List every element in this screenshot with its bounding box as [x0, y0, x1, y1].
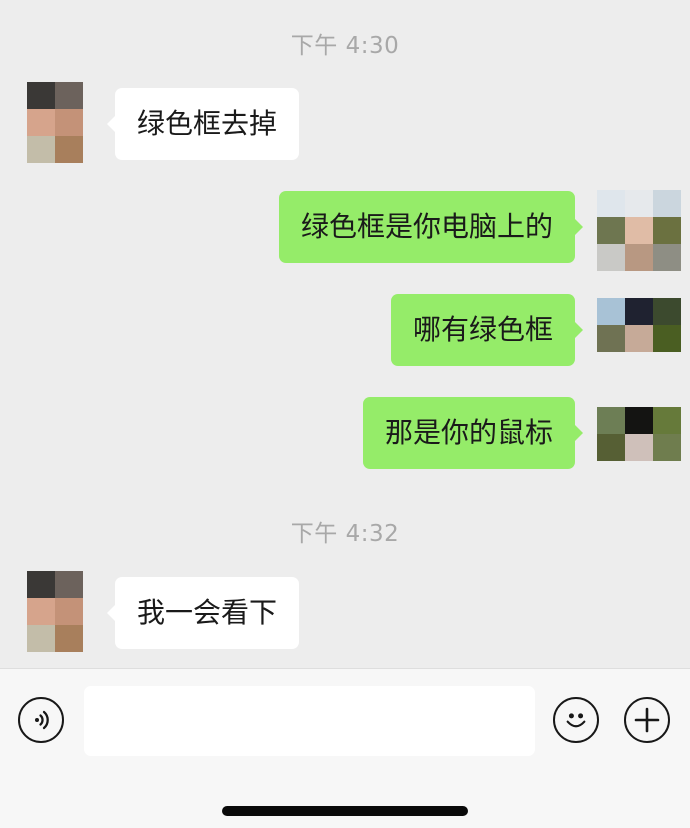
avatar-pixel	[597, 298, 625, 325]
avatar-pixel	[625, 298, 653, 325]
home-indicator[interactable]	[222, 806, 468, 816]
avatar-pixel	[27, 571, 55, 598]
message-text: 绿色框去掉	[137, 107, 278, 140]
avatar-pixel	[597, 217, 625, 244]
avatar-pixel	[597, 434, 625, 461]
avatar-pixel	[27, 109, 55, 136]
avatar-pixel	[55, 598, 83, 625]
contact-avatar[interactable]	[27, 82, 83, 163]
avatar-pixel	[597, 325, 625, 352]
timestamp: 下午 4:32	[290, 521, 400, 547]
message-text: 我一会看下	[137, 596, 278, 629]
avatar-pixel	[653, 407, 681, 434]
avatar-pixel	[625, 434, 653, 461]
my-avatar[interactable]	[597, 298, 681, 379]
sent-message-bubble[interactable]: 哪有绿色框	[390, 294, 584, 366]
avatar-pixel	[625, 190, 653, 217]
avatar-pixel	[653, 298, 681, 325]
emoji-icon	[566, 713, 586, 728]
avatar-pixel	[625, 325, 653, 352]
chat-area[interactable]: 下午 4:30 绿色框去掉 绿色框是你电脑上的 哪有绿色框 那是你的鼠标 下午 …	[0, 0, 690, 668]
message-text: 哪有绿色框	[412, 313, 553, 346]
avatar-pixel	[27, 82, 55, 109]
avatar-pixel	[27, 136, 55, 163]
sent-message-bubble[interactable]: 那是你的鼠标	[362, 397, 584, 469]
avatar-pixel	[653, 434, 681, 461]
my-avatar[interactable]	[597, 407, 681, 488]
avatar-pixel	[653, 325, 681, 352]
avatar-pixel	[597, 407, 625, 434]
avatar-pixel	[55, 571, 83, 598]
avatar-pixel	[653, 244, 681, 271]
avatar-pixel	[597, 190, 625, 217]
avatar-pixel	[55, 136, 83, 163]
received-message-bubble[interactable]: 我一会看下	[106, 577, 300, 649]
avatar-pixel	[625, 407, 653, 434]
plus-icon	[634, 707, 660, 733]
message-input[interactable]	[84, 686, 535, 756]
avatar-pixel	[653, 217, 681, 244]
avatar-pixel	[625, 244, 653, 271]
avatar-pixel	[653, 190, 681, 217]
voice-icon	[35, 710, 49, 730]
message-text: 绿色框是你电脑上的	[300, 210, 553, 243]
my-avatar[interactable]	[597, 190, 681, 271]
avatar-pixel	[55, 625, 83, 652]
emoji-button[interactable]	[553, 697, 599, 743]
message-text: 那是你的鼠标	[384, 416, 553, 449]
avatar-pixel	[597, 244, 625, 271]
voice-button[interactable]	[18, 697, 64, 743]
timestamp: 下午 4:30	[290, 33, 400, 59]
contact-avatar[interactable]	[27, 571, 83, 652]
avatar-pixel	[27, 598, 55, 625]
input-bar	[0, 668, 690, 828]
sent-message-bubble[interactable]: 绿色框是你电脑上的	[278, 191, 584, 263]
received-message-bubble[interactable]: 绿色框去掉	[106, 88, 300, 160]
avatar-pixel	[55, 82, 83, 109]
avatar-pixel	[27, 625, 55, 652]
avatar-pixel	[625, 217, 653, 244]
add-button[interactable]	[624, 697, 670, 743]
avatar-pixel	[55, 109, 83, 136]
